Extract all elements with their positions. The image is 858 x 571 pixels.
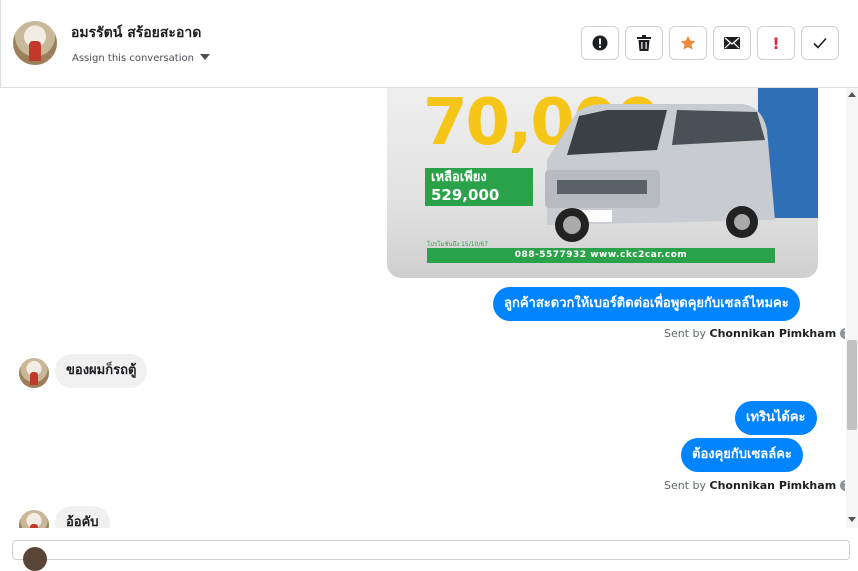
ad-image-attachment[interactable]: 70,000 เหลือเพียง 529,000 โปรโมชั่นถึง 1… bbox=[387, 88, 818, 278]
agent-avatar bbox=[23, 547, 47, 571]
ad-price-box: เหลือเพียง 529,000 bbox=[425, 168, 533, 206]
mark-done-button[interactable] bbox=[801, 26, 839, 60]
conversation-header: อมรรัตน์ สร้อยสะอาด Assign this conversa… bbox=[0, 0, 858, 88]
sent-by-agent: Chonnikan Pimkham bbox=[709, 327, 837, 340]
ad-footer: 088-5577932 www.ckc2car.com bbox=[427, 248, 775, 263]
mark-unread-button[interactable] bbox=[713, 26, 751, 60]
thread-scrollbar[interactable] bbox=[846, 88, 858, 528]
envelope-icon bbox=[724, 37, 740, 49]
check-icon bbox=[813, 37, 827, 49]
van-image bbox=[545, 104, 775, 242]
scroll-up-arrow-icon[interactable] bbox=[848, 92, 856, 97]
sent-by-agent: Chonnikan Pimkham bbox=[709, 479, 837, 492]
star-button[interactable] bbox=[669, 26, 707, 60]
star-icon bbox=[680, 35, 696, 50]
trash-icon bbox=[637, 35, 651, 51]
exclamation-icon: ! bbox=[772, 33, 780, 53]
contact-avatar-small[interactable] bbox=[19, 510, 49, 528]
outgoing-message[interactable]: เทรินได้คะ bbox=[735, 401, 817, 435]
contact-name[interactable]: อมรรัตน์ สร้อยสะอาด bbox=[71, 22, 201, 44]
assign-conversation-dropdown[interactable]: Assign this conversation bbox=[72, 53, 210, 64]
caret-down-icon bbox=[199, 54, 210, 60]
help-icon[interactable]: ? bbox=[840, 328, 845, 339]
outgoing-message[interactable]: ต้องคุยกับเซลล์คะ bbox=[681, 438, 803, 472]
header-actions: ! bbox=[581, 26, 839, 60]
alert-circle-icon bbox=[592, 35, 608, 51]
sent-by-prefix: Sent by bbox=[664, 327, 707, 340]
ad-price: 529,000 bbox=[431, 186, 500, 204]
help-icon[interactable]: ? bbox=[840, 480, 845, 491]
reply-composer[interactable] bbox=[12, 540, 850, 571]
incoming-message[interactable]: ของผมก็รถตู้ bbox=[55, 354, 148, 388]
follow-up-button[interactable]: ! bbox=[757, 26, 795, 60]
incoming-message[interactable]: อ้อคับ bbox=[55, 506, 110, 528]
scroll-thumb[interactable] bbox=[847, 340, 857, 430]
ad-promo-line: เหลือเพียง bbox=[431, 170, 487, 185]
sent-by-label: Sent by Chonnikan Pimkham? bbox=[664, 327, 845, 340]
contact-avatar[interactable] bbox=[13, 21, 57, 65]
contact-avatar-small[interactable] bbox=[19, 358, 49, 388]
sent-by-label: Sent by Chonnikan Pimkham? bbox=[664, 479, 845, 492]
scroll-down-arrow-icon[interactable] bbox=[848, 517, 856, 522]
delete-button[interactable] bbox=[625, 26, 663, 60]
mark-spam-button[interactable] bbox=[581, 26, 619, 60]
assign-label: Assign this conversation bbox=[72, 53, 194, 64]
sent-by-prefix: Sent by bbox=[664, 479, 707, 492]
message-thread[interactable]: 70,000 เหลือเพียง 529,000 โปรโมชั่นถึง 1… bbox=[0, 88, 845, 528]
outgoing-message[interactable]: ลูกค้าสะดวกให้เบอร์ติดต่อเพื่อพูดคุยกับเ… bbox=[493, 287, 800, 321]
